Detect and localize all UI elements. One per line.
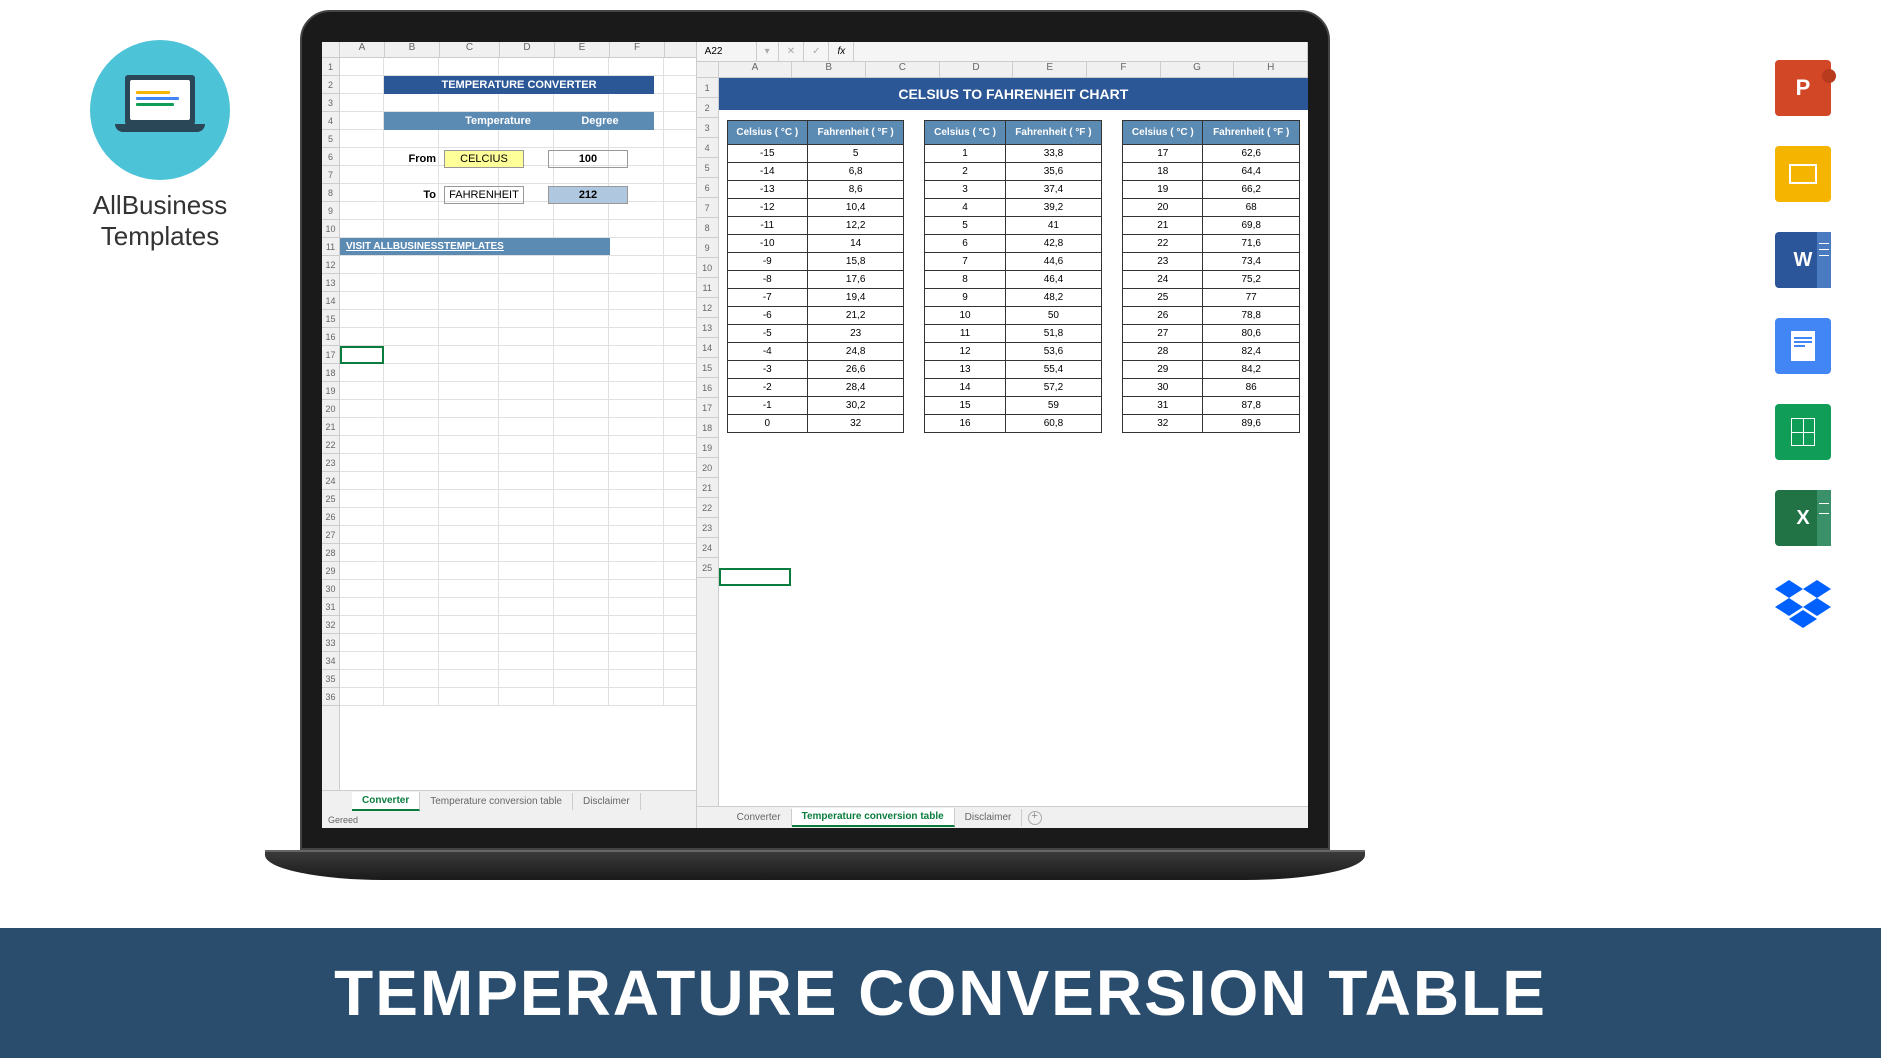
table-row: 2068 <box>1123 199 1300 217</box>
fx-label: fx <box>829 42 854 61</box>
column-headers-left: A B C D E F <box>322 42 696 58</box>
tab-disclaimer[interactable]: Disclaimer <box>573 793 641 810</box>
table-row: 2780,6 <box>1123 325 1300 343</box>
converter-title: TEMPERATURE CONVERTER <box>384 76 654 94</box>
tab-converter-r[interactable]: Converter <box>727 809 792 826</box>
table-row: 235,6 <box>925 163 1102 181</box>
table-row: -326,6 <box>727 361 904 379</box>
table-row: 1457,2 <box>925 379 1102 397</box>
conversion-table: Celsius ( °C )Fahrenheit ( °F )-155-146,… <box>727 120 905 433</box>
table-row: 541 <box>925 217 1102 235</box>
table-row: 948,2 <box>925 289 1102 307</box>
brand-name: AllBusiness Templates <box>60 190 260 252</box>
chart-title: CELSIUS TO FAHRENHEIT CHART <box>719 78 1308 110</box>
tab-disclaimer-r[interactable]: Disclaimer <box>955 809 1023 826</box>
table-row: 3086 <box>1123 379 1300 397</box>
table-row: 642,8 <box>925 235 1102 253</box>
row-headers-left: 1234567891011121314151617181920212223242… <box>322 58 340 790</box>
table-row: -523 <box>727 325 904 343</box>
table-row: 337,4 <box>925 181 1102 199</box>
brand-logo: AllBusiness Templates <box>60 40 260 252</box>
table-row: 1151,8 <box>925 325 1102 343</box>
sheets-icon <box>1775 404 1831 460</box>
tab-converter[interactable]: Converter <box>352 792 420 811</box>
slides-icon <box>1775 146 1831 202</box>
app-format-icons: P W X <box>1775 60 1831 632</box>
table-row: -424,8 <box>727 343 904 361</box>
cell-selection-right <box>719 568 791 586</box>
page-banner: TEMPERATURE CONVERSION TABLE <box>0 928 1881 1058</box>
tab-conversion-table-r[interactable]: Temperature conversion table <box>792 808 955 827</box>
from-unit-input[interactable]: CELCIUS <box>444 150 524 168</box>
table-row: -817,6 <box>727 271 904 289</box>
table-row: -621,2 <box>727 307 904 325</box>
from-value-input[interactable]: 100 <box>548 150 628 168</box>
table-row: 2373,4 <box>1123 253 1300 271</box>
table-row: 032 <box>727 415 904 433</box>
table-row: 2169,8 <box>1123 217 1300 235</box>
table-row: -130,2 <box>727 397 904 415</box>
formula-bar: A22 ▾ ✕ ✓ fx <box>697 42 1308 62</box>
table-row: 2984,2 <box>1123 361 1300 379</box>
table-row: 1660,8 <box>925 415 1102 433</box>
excel-icon: X <box>1775 490 1831 546</box>
table-row: 3289,6 <box>1123 415 1300 433</box>
table-row: 1966,2 <box>1123 181 1300 199</box>
table-row: 2475,2 <box>1123 271 1300 289</box>
tab-conversion-table[interactable]: Temperature conversion table <box>420 793 573 810</box>
laptop-mockup: A B C D E F 1234567891011121314151617181… <box>300 10 1330 890</box>
table-row: -915,8 <box>727 253 904 271</box>
table-row: 133,8 <box>925 145 1102 163</box>
name-box[interactable]: A22 <box>697 42 757 61</box>
dropbox-icon <box>1775 576 1831 632</box>
converter-column-header: Temperature Degree <box>384 112 654 130</box>
table-row: 1355,4 <box>925 361 1102 379</box>
table-row: 3187,8 <box>1123 397 1300 415</box>
table-row: 846,4 <box>925 271 1102 289</box>
table-row: 1253,6 <box>925 343 1102 361</box>
conversion-table: Celsius ( °C )Fahrenheit ( °F )1762,6186… <box>1122 120 1300 433</box>
table-row: 1050 <box>925 307 1102 325</box>
converter-sheet: A B C D E F 1234567891011121314151617181… <box>322 42 697 828</box>
table-row: 1559 <box>925 397 1102 415</box>
chart-sheet: A22 ▾ ✕ ✓ fx A B C D E F G H <box>697 42 1308 828</box>
to-label: To <box>384 189 444 201</box>
table-row: 744,6 <box>925 253 1102 271</box>
sheet-tabs-left: Converter Temperature conversion table D… <box>322 790 696 812</box>
table-row: 1864,4 <box>1123 163 1300 181</box>
table-row: -1014 <box>727 235 904 253</box>
status-bar: Gereed <box>322 812 696 828</box>
table-row: -1112,2 <box>727 217 904 235</box>
table-row: 439,2 <box>925 199 1102 217</box>
table-row: -719,4 <box>727 289 904 307</box>
sheet-tabs-right: Converter Temperature conversion table D… <box>697 806 1308 828</box>
table-row: 2678,8 <box>1123 307 1300 325</box>
column-headers-right: A B C D E F G H <box>697 62 1308 78</box>
table-row: -228,4 <box>727 379 904 397</box>
table-row: -1210,4 <box>727 199 904 217</box>
to-value-output: 212 <box>548 186 628 204</box>
table-row: 1762,6 <box>1123 145 1300 163</box>
word-icon: W <box>1775 232 1831 288</box>
visit-link[interactable]: VISIT ALLBUSINESSTEMPLATES <box>340 238 610 255</box>
from-label: From <box>384 153 444 165</box>
row-headers-right: 1234567891011121314151617181920212223242… <box>697 78 719 806</box>
table-row: 2577 <box>1123 289 1300 307</box>
table-row: -155 <box>727 145 904 163</box>
conversion-table: Celsius ( °C )Fahrenheit ( °F )133,8235,… <box>924 120 1102 433</box>
to-unit-output: FAHRENHEIT <box>444 186 524 204</box>
add-sheet-button[interactable] <box>1028 811 1042 825</box>
powerpoint-icon: P <box>1775 60 1831 116</box>
table-row: 2882,4 <box>1123 343 1300 361</box>
table-row: -146,8 <box>727 163 904 181</box>
formula-input[interactable] <box>854 42 1308 61</box>
table-row: -138,6 <box>727 181 904 199</box>
table-row: 2271,6 <box>1123 235 1300 253</box>
docs-icon <box>1775 318 1831 374</box>
